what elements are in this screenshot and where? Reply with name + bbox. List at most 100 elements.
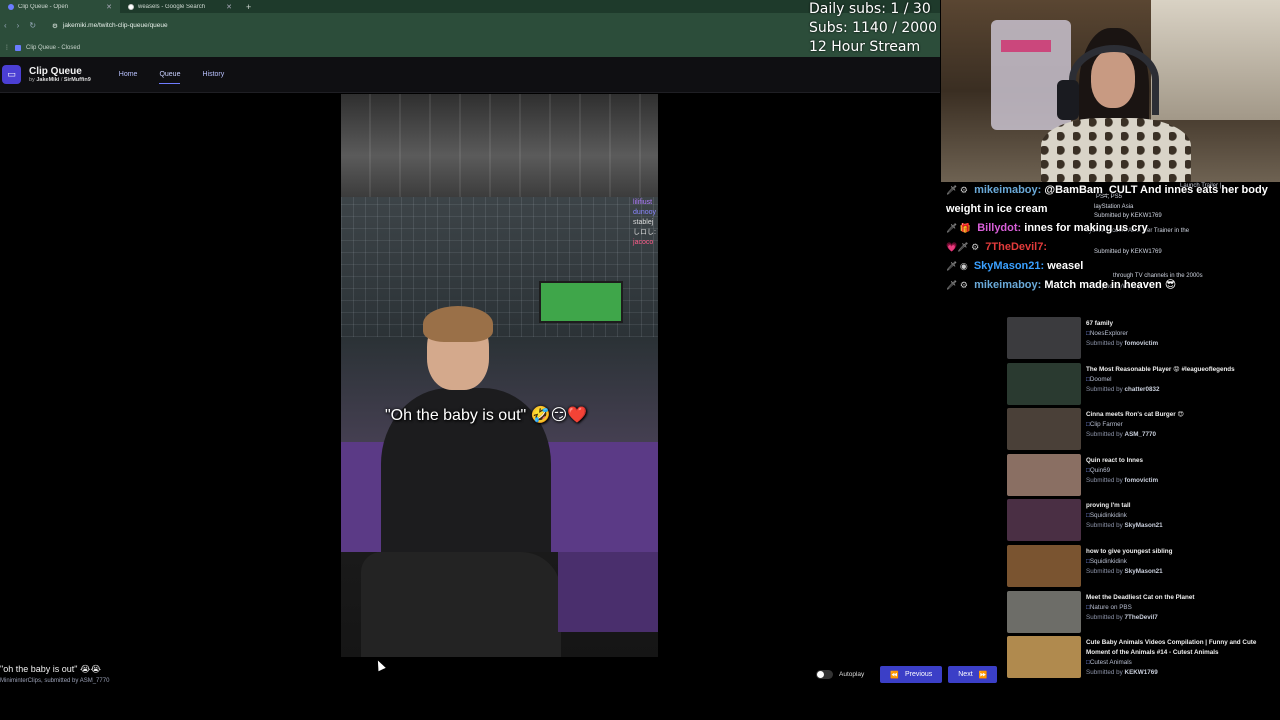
next-label: Next <box>958 671 973 678</box>
embedded-chat-line: lilifiust <box>633 199 653 206</box>
submitted-label: Submitted by <box>1086 567 1123 575</box>
embedded-chat-line: stablej <box>633 219 654 226</box>
queue-item-channel: Nature on PBS <box>1086 603 1194 613</box>
queue-item-title: Cute Baby Animals Videos Compilation | F… <box>1086 639 1257 657</box>
site-info-icon[interactable]: ⚙ <box>52 22 58 30</box>
back-arrow-icon[interactable]: ‹ <box>4 21 7 30</box>
clip-thumbnail <box>1007 499 1081 542</box>
queue-item-channel: NoesExplorer <box>1086 329 1158 339</box>
more-icon[interactable]: ⋮ <box>4 44 10 51</box>
rewind-icon: ⏪ <box>890 671 900 679</box>
queue-item-title: proving I'm tall <box>1086 502 1131 510</box>
stream-chat-overlay: 🗡 ⚙ mikeimaboy: @BamBam_CULT And innes e… <box>946 181 1276 295</box>
bookmarks-bar: ⋮ Clip Queue - Closed <box>0 38 940 57</box>
submitted-label: Submitted by <box>1086 476 1123 484</box>
queue-item-info: 67 family NoesExplorer Submitted by fomo… <box>1086 319 1158 361</box>
chat-text: Match made in heaven 😎 <box>1044 279 1177 291</box>
queue-item-submitted: Submitted by SkyMason21 <box>1086 521 1163 531</box>
clip-thumbnail <box>1007 544 1081 587</box>
submitter-name: ASM_7770 <box>1124 431 1157 439</box>
mouse-cursor-icon <box>374 658 386 672</box>
queue-item[interactable]: 67 family NoesExplorer Submitted by fomo… <box>1006 315 1272 361</box>
chat-username: SkyMason21: <box>973 260 1045 272</box>
url-field[interactable]: ⚙ jakemiki.me/twitch-clip-queue/queue <box>46 18 936 33</box>
new-tab-button[interactable]: + <box>240 2 257 12</box>
chat-badges: 💗🗡 ⚙ <box>946 242 980 252</box>
browser-tab-title: weasels - Google Search <box>138 3 206 10</box>
queue-item-submitted: Submitted by ASM_7770 <box>1086 430 1184 440</box>
nav-history[interactable]: History <box>202 71 224 78</box>
close-tab-icon[interactable]: ✕ <box>226 3 232 11</box>
submitted-label: , submitted by <box>41 678 79 684</box>
author-link[interactable]: JakeMiki <box>36 77 59 83</box>
clip-thumbnail <box>1007 453 1081 496</box>
clip-submitter: ASM_7770 <box>79 678 110 684</box>
queue-item-channel: Cutest Animals <box>1086 658 1266 668</box>
fast-forward-icon: ⏩ <box>978 671 988 679</box>
video-player[interactable]: "Oh the baby is out" 🤣😏❤️ lilifiust duno… <box>341 94 658 657</box>
queue-item[interactable]: Quin react to Innes Quin69 Submitted by … <box>1006 452 1272 498</box>
submitter-name: SkyMason21 <box>1124 522 1163 530</box>
queue-item-title: how to give youngest sibling <box>1086 547 1173 555</box>
queue-item-submitted: Submitted by fomovictim <box>1086 476 1158 486</box>
queue-item[interactable]: Meet the Deadliest Cat on the Planet Nat… <box>1006 589 1272 635</box>
bookmark-item[interactable]: Clip Queue - Closed <box>26 45 80 51</box>
forward-arrow-icon[interactable]: › <box>17 21 20 30</box>
purple-blur <box>558 552 658 632</box>
clip-thumbnail <box>1007 636 1081 679</box>
man-hair <box>423 306 493 342</box>
chat-badges: 🗡 ◉ <box>946 261 968 271</box>
webcam-feed <box>941 0 1280 182</box>
clip-thumbnail <box>1007 408 1081 451</box>
submitter-name: 7TheDevil7 <box>1124 613 1158 621</box>
chat-username: mikeimaboy: <box>974 279 1042 291</box>
google-favicon-icon <box>128 3 134 10</box>
chat-text: innes for making us cry <box>1024 222 1148 234</box>
queue-item[interactable]: The Most Reasonable Player 😡 #leagueofle… <box>1006 361 1272 407</box>
queue-item[interactable]: Cute Baby Animals Videos Compilation | F… <box>1006 634 1272 680</box>
author-link[interactable]: SirMuffin9 <box>64 77 91 83</box>
queue-item-info: The Most Reasonable Player 😡 #leagueofle… <box>1086 365 1235 407</box>
queue-item[interactable]: how to give youngest sibling Squidinkidi… <box>1006 543 1272 589</box>
dark-sleeve <box>361 552 561 657</box>
queue-item[interactable]: Cinna meets Ron's cat Burger 😍 Clip Farm… <box>1006 406 1272 452</box>
close-tab-icon[interactable]: ✕ <box>106 3 112 11</box>
clip-channel[interactable]: MiniminterClips <box>0 678 41 684</box>
reload-icon[interactable]: ↻ <box>29 21 36 30</box>
queue-item-info: Cinna meets Ron's cat Burger 😍 Clip Farm… <box>1086 410 1184 452</box>
queue-item-title: 67 family <box>1086 320 1113 327</box>
chat-message: 🗡 ⚙ mikeimaboy: @BamBam_CULT And innes e… <box>946 181 1276 219</box>
man-figure <box>381 306 551 578</box>
app-header: ▭ Clip Queue by JakeMiki / SirMuffin9 Ho… <box>0 57 940 93</box>
clip-thumbnail <box>1007 590 1081 633</box>
submitted-label: Submitted by <box>1086 431 1123 439</box>
submitter-name: fomovictim <box>1124 476 1159 484</box>
chat-message: 🗡 ◉ SkyMason21: weasel <box>946 257 1276 276</box>
video-caption: "Oh the baby is out" 🤣😏❤️ <box>385 407 588 424</box>
nav-home[interactable]: Home <box>119 71 138 78</box>
previous-button[interactable]: ⏪ Previous <box>880 666 943 683</box>
chat-message: 🗡 🎁 Billydot: innes for making us cry <box>946 219 1276 238</box>
queue-item-channel: Quin69 <box>1086 466 1158 476</box>
chat-message: 🗡 ⚙ mikeimaboy: Match made in heaven 😎 <box>946 276 1276 295</box>
submitted-label: Submitted by <box>1086 613 1123 621</box>
queue-item[interactable]: proving I'm tall Squidinkidink Submitted… <box>1006 497 1272 543</box>
browser-tab-clip-queue[interactable]: Clip Queue - Open ✕ <box>0 0 120 13</box>
queue-item-title: Meet the Deadliest Cat on the Planet <box>1086 593 1195 601</box>
submitted-label: Submitted by <box>1086 669 1123 677</box>
twitch-logo-icon[interactable]: ▭ <box>2 65 21 84</box>
browser-tab-google[interactable]: weasels - Google Search ✕ <box>120 0 240 13</box>
next-button[interactable]: Next ⏩ <box>948 666 998 683</box>
submitted-label: Submitted by <box>1086 522 1123 530</box>
bookmark-favicon-icon <box>15 44 21 51</box>
previous-label: Previous <box>905 671 933 678</box>
nav-queue[interactable]: Queue <box>159 71 181 84</box>
submitted-label: Submitted by <box>1086 385 1123 393</box>
browser-chrome: Clip Queue - Open ✕ weasels - Google Sea… <box>0 0 940 57</box>
player-controls: Autoplay ⏪ Previous Next ⏩ <box>816 666 998 683</box>
autoplay-toggle[interactable] <box>816 670 833 679</box>
address-bar-row: ‹ › ↻ ⚙ jakemiki.me/twitch-clip-queue/qu… <box>0 13 940 38</box>
queue-item-title: The Most Reasonable Player 😡 #leagueofle… <box>1086 365 1235 373</box>
queue-item-info: proving I'm tall Squidinkidink Submitted… <box>1086 501 1163 543</box>
queue-item-channel: Clip Farmer <box>1086 420 1184 430</box>
